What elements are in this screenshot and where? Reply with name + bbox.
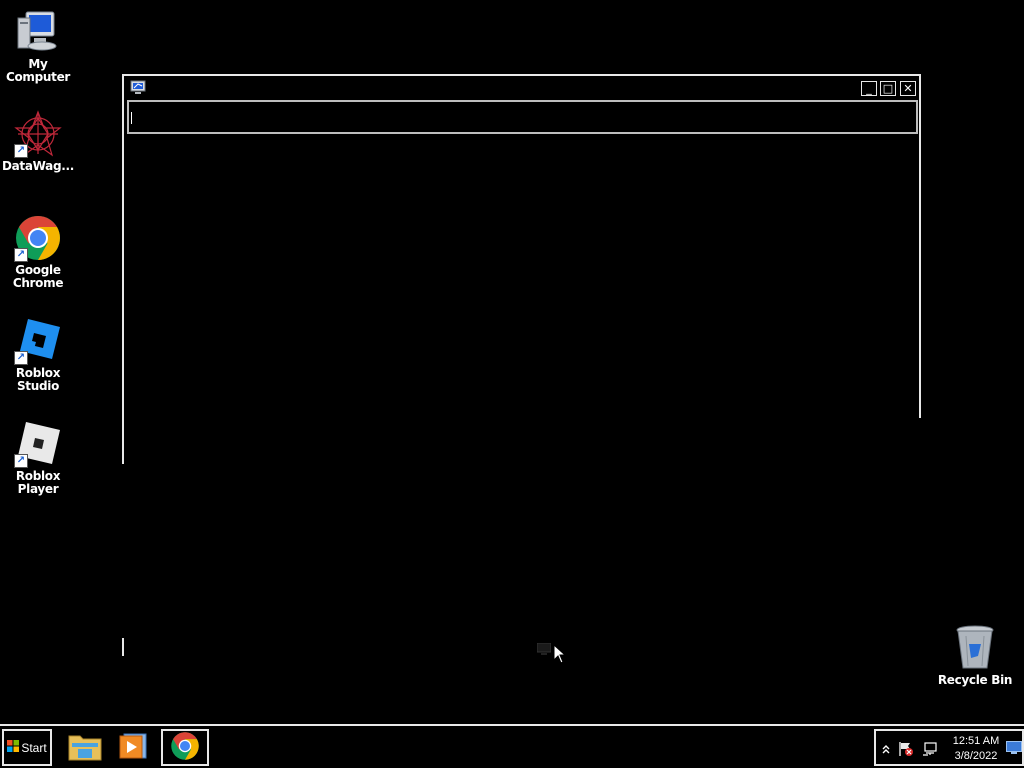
address-input[interactable]: [127, 100, 918, 134]
desktop-icon-recycle-bin[interactable]: Recycle Bin: [937, 624, 1013, 687]
maximize-button[interactable]: □: [880, 81, 896, 96]
screen-icon: [536, 640, 552, 655]
start-label: Start: [21, 740, 47, 755]
window-frame-fragment: [122, 418, 124, 464]
recycle-bin-icon: [951, 624, 999, 672]
taskbar-media-player[interactable]: [111, 729, 155, 766]
show-desktop-icon[interactable]: [1006, 740, 1022, 754]
desktop-icon-google-chrome[interactable]: ↗ Google Chrome: [0, 214, 76, 290]
shortcut-arrow-icon: ↗: [14, 248, 28, 262]
desktop-icon-label: Roblox Studio: [15, 366, 61, 393]
taskbar-file-explorer[interactable]: [63, 729, 107, 766]
window-frame-fragment: [122, 638, 124, 656]
roblox-studio-icon: ↗: [14, 317, 62, 365]
folder-icon: [68, 731, 102, 765]
desktop-icon-my-computer[interactable]: My Computer: [0, 8, 76, 84]
desktop-icon-label: Google Chrome: [12, 263, 64, 290]
windows-logo-icon: [7, 740, 20, 755]
roblox-player-icon: ↗: [14, 420, 62, 468]
action-center-flag-icon[interactable]: [898, 741, 913, 756]
clock-date: 3/8/2022: [954, 750, 998, 762]
desktop-icon-label: Roblox Player: [15, 469, 61, 496]
chrome-icon: [170, 731, 200, 765]
computer-icon: [14, 8, 62, 56]
start-button[interactable]: Start: [2, 729, 52, 766]
text-caret: [131, 112, 132, 124]
desktop-icon-roblox-studio[interactable]: ↗ Roblox Studio: [0, 317, 76, 393]
shortcut-arrow-icon: ↗: [14, 351, 28, 365]
explorer-window[interactable]: _ □ ✕: [122, 74, 921, 418]
shortcut-arrow-icon: ↗: [14, 454, 28, 468]
chrome-icon: ↗: [14, 214, 62, 262]
clock-time: 12:51 AM: [952, 735, 1000, 747]
close-button[interactable]: ✕: [900, 81, 916, 96]
taskbar: Start 12:51 AM 3/8/2022: [0, 724, 1024, 768]
taskbar-chrome[interactable]: [161, 729, 209, 766]
desktop-icon-label: My Computer: [5, 57, 71, 84]
desktop-icon-label: DataWag...: [1, 159, 75, 173]
system-tray: 12:51 AM 3/8/2022: [874, 729, 1024, 766]
computer-monitor-icon: [130, 80, 146, 96]
minimize-button[interactable]: _: [861, 81, 877, 96]
clock[interactable]: 12:51 AM 3/8/2022: [944, 734, 1008, 764]
chevron-up-icon[interactable]: [879, 741, 893, 755]
desktop-icon-roblox-player[interactable]: ↗ Roblox Player: [0, 420, 76, 496]
network-icon[interactable]: [922, 741, 937, 756]
datawag-icon: ↗: [14, 110, 62, 158]
media-player-icon: [118, 731, 148, 765]
desktop-icon-datawag[interactable]: ↗ DataWag...: [0, 110, 76, 173]
shortcut-arrow-icon: ↗: [14, 144, 28, 158]
mouse-cursor-icon: [553, 643, 567, 664]
desktop-icon-label: Recycle Bin: [937, 673, 1013, 687]
